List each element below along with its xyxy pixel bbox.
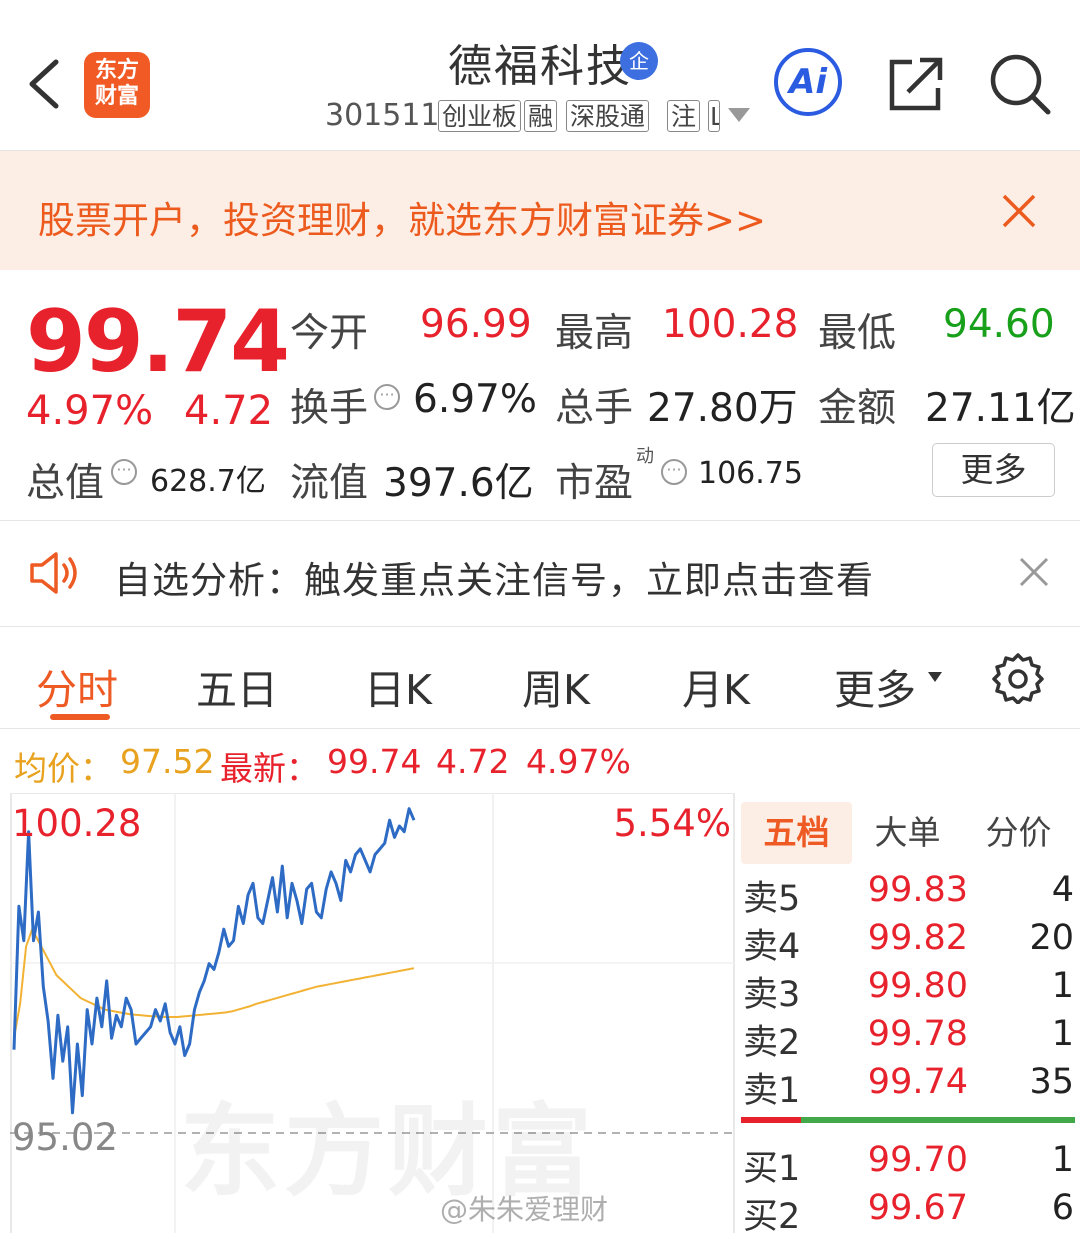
ask-price: 99.82 xyxy=(867,918,968,958)
bid-label: 买2 xyxy=(743,1197,801,1237)
ask-label: 卖1 xyxy=(743,1071,801,1111)
promo-text[interactable]: 股票开户，投资理财，就选东方财富证券>> xyxy=(38,190,766,244)
tag-margin: 融 xyxy=(524,100,558,132)
mktcap-value: 628.7亿 xyxy=(150,464,266,499)
ask-price: 99.78 xyxy=(867,1014,968,1054)
last-price: 99.74 xyxy=(26,292,290,392)
logo-text-1: 东方 xyxy=(94,58,139,83)
ask-price: 99.83 xyxy=(867,870,968,910)
turnover-label: 换手 xyxy=(290,386,369,431)
search-icon[interactable] xyxy=(988,52,1052,116)
divider xyxy=(0,728,1080,729)
buy-ratio-bar xyxy=(801,1117,1075,1123)
avg-price-label: 均价： xyxy=(14,749,113,788)
ask-volume: 35 xyxy=(1029,1062,1074,1102)
ask-volume: 20 xyxy=(1029,918,1074,958)
float-label: 流值 xyxy=(290,461,369,506)
ask-label: 卖2 xyxy=(743,1023,801,1063)
gear-icon[interactable] xyxy=(992,652,1044,704)
volume-label: 总手 xyxy=(555,386,634,431)
share-icon[interactable] xyxy=(886,54,946,114)
bid-label: 买1 xyxy=(743,1149,801,1189)
ask-label: 卖5 xyxy=(743,879,801,919)
low-label: 最低 xyxy=(818,311,897,356)
pe-label: 市盈 xyxy=(555,461,634,506)
avg-price-value: 97.52 xyxy=(120,742,215,781)
float-value: 397.6亿 xyxy=(383,461,534,506)
turnover-value: 6.97% xyxy=(413,377,537,422)
tab-monthly-k[interactable]: 月K xyxy=(682,656,750,716)
ask-price: 99.80 xyxy=(867,966,968,1006)
notice-text[interactable]: 自选分析：触发重点关注信号，立即点击查看 xyxy=(114,550,874,604)
ask-label: 卖4 xyxy=(743,927,801,967)
credit-watermark: @朱朱爱理财 xyxy=(440,1193,609,1226)
avg-price-line xyxy=(13,928,415,1039)
mktcap-label: 总值 xyxy=(26,461,105,506)
close-icon[interactable] xyxy=(1018,556,1050,588)
stock-code: 301511 xyxy=(325,98,440,133)
chevron-down-icon[interactable] xyxy=(928,672,942,682)
tab-five-levels[interactable]: 五档 xyxy=(741,802,852,864)
bid-price: 99.67 xyxy=(867,1188,968,1228)
tag-connect: 深股通 xyxy=(566,100,650,132)
volume-value: 27.80万 xyxy=(647,386,798,431)
tag-more: L xyxy=(708,100,720,132)
amount-label: 金额 xyxy=(818,386,897,431)
low-value: 94.60 xyxy=(943,302,1055,347)
info-icon[interactable]: ··· xyxy=(374,384,400,410)
change-percent: 4.97% xyxy=(26,388,154,434)
tag-registration: 注 xyxy=(667,100,701,132)
ask-volume: 4 xyxy=(1051,870,1074,910)
change-amount: 4.72 xyxy=(184,388,274,434)
tab-daily-k[interactable]: 日K xyxy=(364,656,432,716)
latest-value: 99.74 xyxy=(327,742,422,781)
tab-weekly-k[interactable]: 周K xyxy=(522,656,590,716)
ai-assistant-button[interactable]: Ai xyxy=(774,48,842,116)
ask-price: 99.74 xyxy=(867,1062,968,1102)
enterprise-badge-icon: 企 xyxy=(620,42,658,80)
y-max-label: 100.28 xyxy=(12,802,141,845)
tags-expand-icon[interactable] xyxy=(728,108,750,122)
tag-board: 创业板 xyxy=(438,100,522,132)
high-value: 100.28 xyxy=(662,302,799,347)
open-value: 96.99 xyxy=(420,302,532,347)
latest-label: 最新： xyxy=(220,749,319,788)
divider xyxy=(0,626,1080,627)
top-bar: 东方 财富 德福科技 企 301511 创业板 融 深股通 注 L Ai xyxy=(0,0,1080,151)
back-icon[interactable] xyxy=(26,58,62,110)
more-button[interactable]: 更多 xyxy=(932,443,1055,497)
tab-intraday[interactable]: 分时 xyxy=(36,656,118,716)
price-line xyxy=(12,807,416,1115)
bid-volume: 6 xyxy=(1051,1188,1074,1228)
ask-volume: 1 xyxy=(1051,966,1074,1006)
latest-percent: 4.97% xyxy=(526,742,631,781)
pe-superscript: 动 xyxy=(636,446,654,467)
active-tab-indicator xyxy=(50,714,110,720)
app-logo[interactable]: 东方 财富 xyxy=(84,52,150,118)
y-min-label: 95.02 xyxy=(12,1116,118,1159)
sell-ratio-bar xyxy=(741,1117,801,1123)
info-icon[interactable]: ··· xyxy=(661,459,687,485)
pct-max-label: 5.54% xyxy=(613,802,731,845)
tab-price-breakdown[interactable]: 分价 xyxy=(963,802,1074,864)
speaker-icon xyxy=(30,552,77,594)
logo-text-2: 财富 xyxy=(94,84,139,109)
pe-value: 106.75 xyxy=(698,456,803,491)
close-icon[interactable] xyxy=(1000,192,1038,230)
open-label: 今开 xyxy=(290,311,369,356)
tab-more[interactable]: 更多 xyxy=(834,656,916,716)
high-label: 最高 xyxy=(555,311,634,356)
divider xyxy=(0,520,1080,521)
amount-value: 27.11亿 xyxy=(925,386,1076,431)
latest-change: 4.72 xyxy=(436,742,510,781)
ask-label: 卖3 xyxy=(743,975,801,1015)
info-icon[interactable]: ··· xyxy=(111,459,137,485)
tab-large-orders[interactable]: 大单 xyxy=(852,802,963,864)
ask-volume: 1 xyxy=(1051,1014,1074,1054)
bid-volume: 1 xyxy=(1051,1140,1074,1180)
bid-price: 99.70 xyxy=(867,1140,968,1180)
tab-five-day[interactable]: 五日 xyxy=(196,656,278,716)
